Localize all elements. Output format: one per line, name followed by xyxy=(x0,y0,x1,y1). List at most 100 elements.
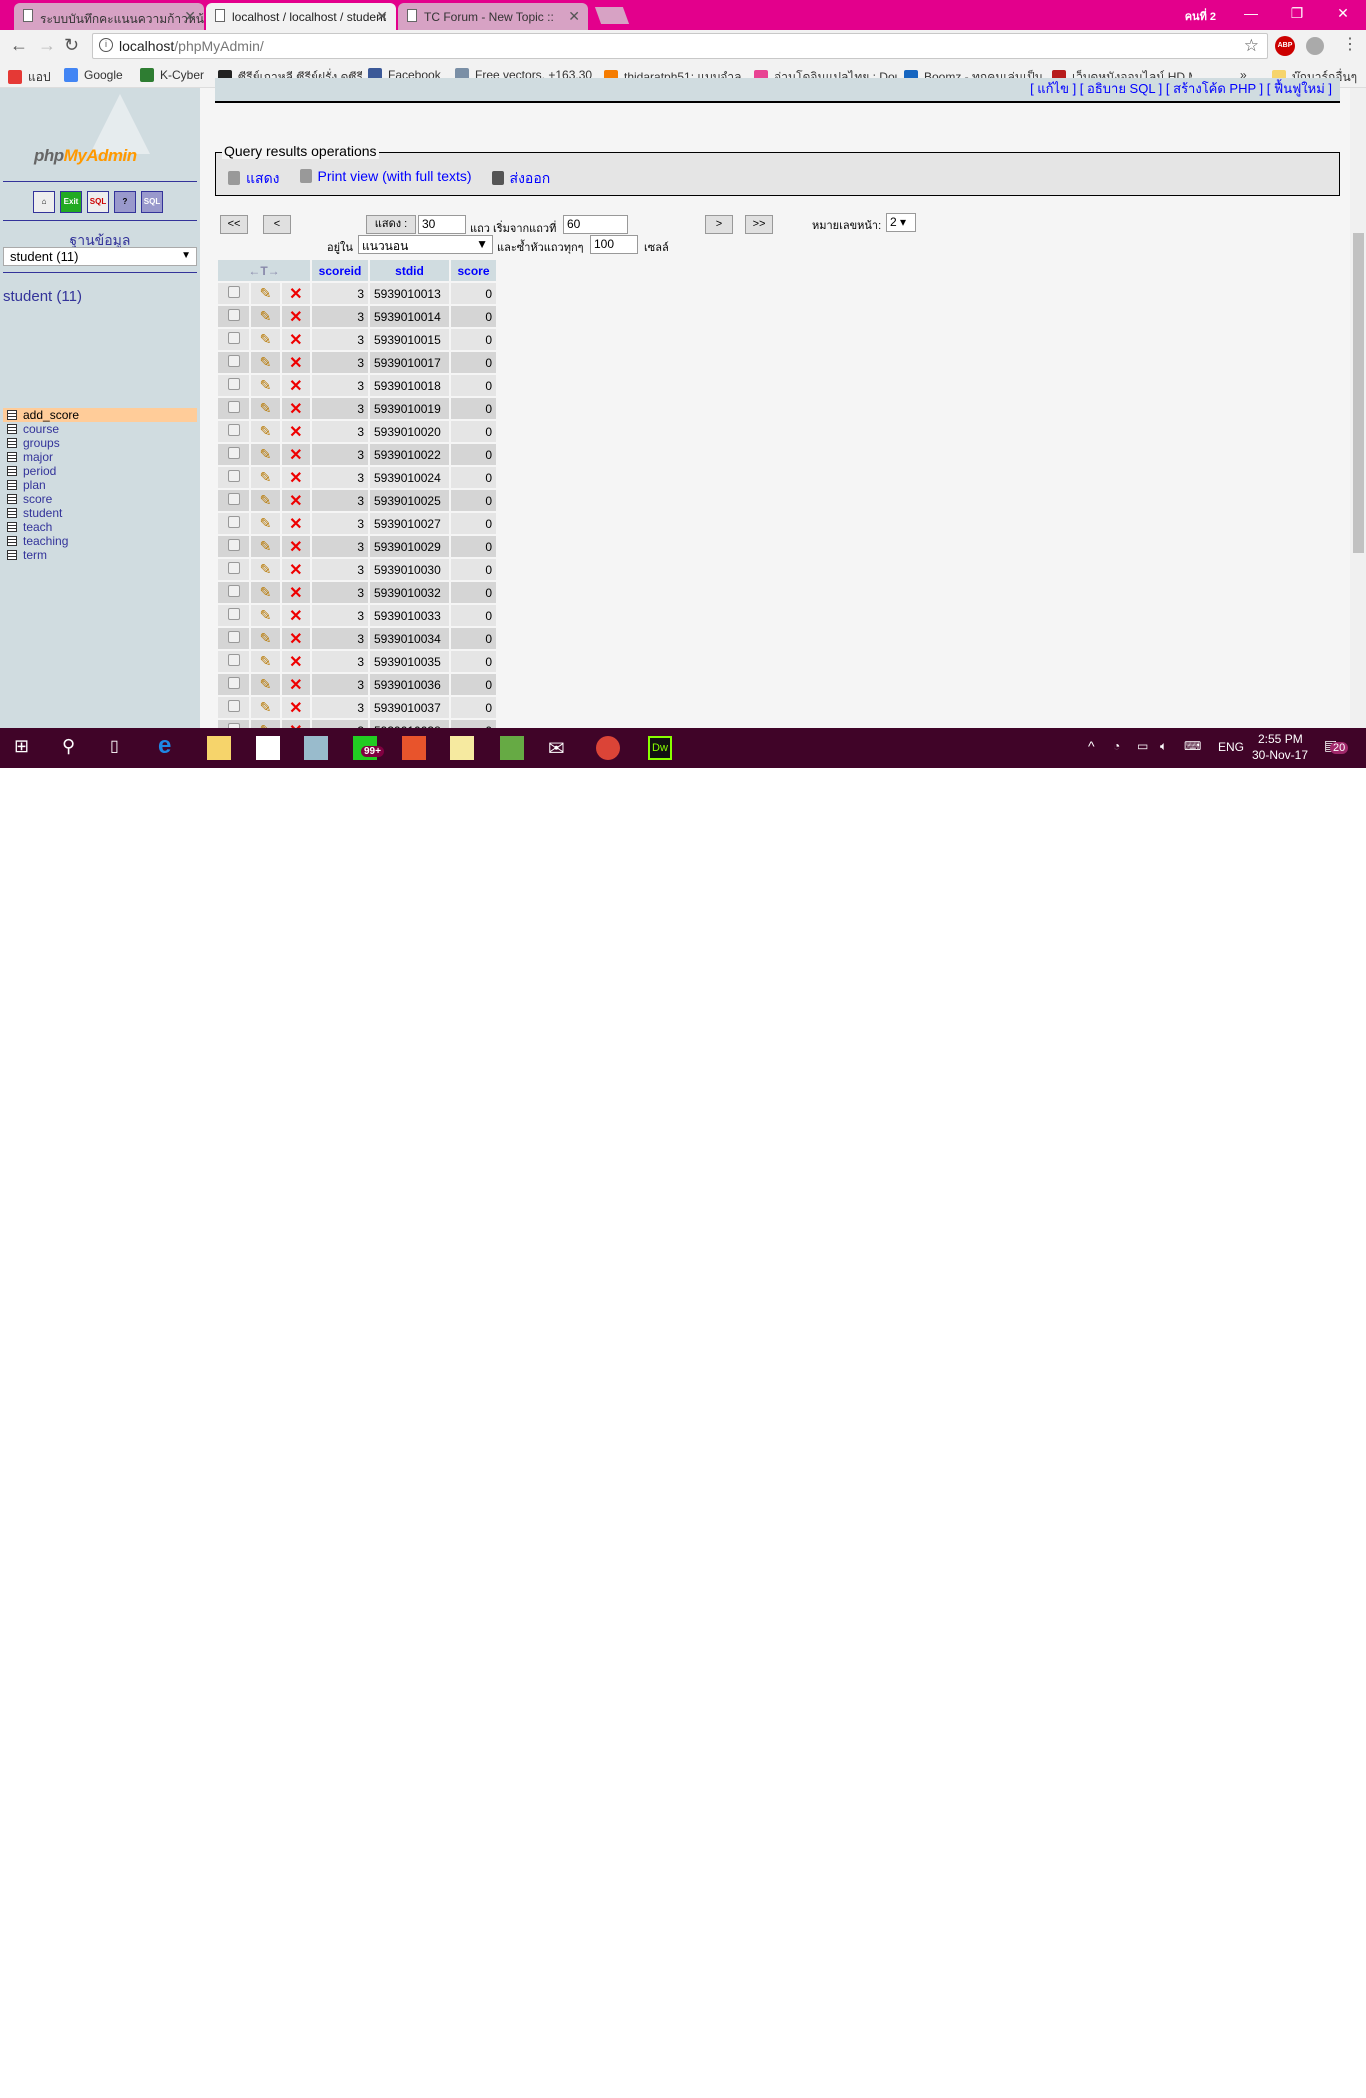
row-checkbox[interactable] xyxy=(227,401,240,413)
delete-x-icon[interactable]: ✕ xyxy=(289,424,302,441)
mode-select[interactable]: แนวนอน ▼ xyxy=(358,235,493,254)
bookmark-item[interactable]: K-Cyber xyxy=(140,68,204,82)
edit-pencil-icon[interactable]: ✎ xyxy=(260,285,272,301)
table-icon[interactable] xyxy=(7,508,17,518)
delete-x-icon[interactable]: ✕ xyxy=(289,309,302,326)
table-icon[interactable] xyxy=(7,466,17,476)
table-icon[interactable] xyxy=(7,410,17,420)
row-checkbox[interactable] xyxy=(227,700,240,712)
paint-icon[interactable] xyxy=(304,736,328,760)
table-icon[interactable] xyxy=(7,550,17,560)
delete-x-icon[interactable]: ✕ xyxy=(289,631,302,648)
table-icon[interactable] xyxy=(7,480,17,490)
close-tab-icon[interactable]: ✕ xyxy=(568,8,580,25)
sql-window-icon[interactable]: SQL xyxy=(87,191,109,213)
first-page-button[interactable]: << xyxy=(220,215,248,234)
row-checkbox[interactable] xyxy=(227,677,240,689)
sidebar-table-teaching[interactable]: teaching xyxy=(3,534,197,548)
edit-pencil-icon[interactable]: ✎ xyxy=(260,653,272,669)
edit-pencil-icon[interactable]: ✎ xyxy=(260,676,272,692)
game-icon[interactable] xyxy=(500,736,524,760)
edit-pencil-icon[interactable]: ✎ xyxy=(260,331,272,347)
close-tab-icon[interactable]: ✕ xyxy=(376,8,388,25)
delete-x-icon[interactable]: ✕ xyxy=(289,447,302,464)
browser-tab[interactable]: TC Forum - New Topic :: ✕ xyxy=(398,3,588,30)
row-checkbox[interactable] xyxy=(227,424,240,436)
search-icon[interactable]: ⚲ xyxy=(62,736,86,760)
sidebar-table-period[interactable]: period xyxy=(3,464,197,478)
browser-tab[interactable]: ระบบบันทึกคะแนนความก้าวหน้า ✕ xyxy=(14,3,204,30)
vertical-scrollbar[interactable] xyxy=(1350,88,1366,728)
sql-docs-icon[interactable]: SQL xyxy=(141,191,163,213)
delete-x-icon[interactable]: ✕ xyxy=(289,654,302,671)
table-icon[interactable] xyxy=(7,452,17,462)
row-checkbox[interactable] xyxy=(227,309,240,321)
windows-start-icon[interactable]: ⊞ xyxy=(14,736,38,760)
task-view-icon[interactable]: ▯ xyxy=(110,736,134,760)
edit-pencil-icon[interactable]: ✎ xyxy=(260,446,272,462)
database-select[interactable]: student (11) ▼ xyxy=(3,247,197,266)
close-tab-icon[interactable]: ✕ xyxy=(184,8,196,25)
delete-x-icon[interactable]: ✕ xyxy=(289,585,302,602)
export-link[interactable]: ส่งออก xyxy=(491,168,550,190)
exit-icon[interactable]: Exit xyxy=(60,191,82,213)
edit-pencil-icon[interactable]: ✎ xyxy=(260,538,272,554)
delete-x-icon[interactable]: ✕ xyxy=(289,608,302,625)
mail-icon[interactable]: ✉ xyxy=(548,736,572,760)
sidebar-table-teach[interactable]: teach xyxy=(3,520,197,534)
rows-input[interactable]: 30 xyxy=(418,215,466,234)
print-full-link[interactable]: Print view (with full texts) xyxy=(299,168,472,190)
edge-icon[interactable]: e xyxy=(158,732,182,759)
edit-pencil-icon[interactable]: ✎ xyxy=(260,400,272,416)
edit-pencil-icon[interactable]: ✎ xyxy=(260,584,272,600)
extension-icon[interactable] xyxy=(1306,37,1324,55)
wifi-icon[interactable]: ◔ xyxy=(1113,739,1120,753)
delete-x-icon[interactable]: ✕ xyxy=(289,378,302,395)
row-checkbox[interactable] xyxy=(227,447,240,459)
reload-icon[interactable]: ↻ xyxy=(64,35,79,56)
repeat-input[interactable]: 100 xyxy=(590,235,638,254)
sidebar-table-major[interactable]: major xyxy=(3,450,197,464)
new-tab-button[interactable] xyxy=(594,7,630,24)
clock-time[interactable]: 2:55 PM xyxy=(1258,732,1303,746)
bookmark-star-icon[interactable]: ☆ xyxy=(1244,36,1259,56)
scrollbar-thumb[interactable] xyxy=(1353,233,1364,553)
sidebar-table-groups[interactable]: groups xyxy=(3,436,197,450)
column-header-score[interactable]: score xyxy=(451,260,496,281)
delete-x-icon[interactable]: ✕ xyxy=(289,562,302,579)
app-icon[interactable] xyxy=(402,736,426,760)
clock-date[interactable]: 30-Nov-17 xyxy=(1252,748,1308,762)
help-icon[interactable]: ? xyxy=(114,191,136,213)
sidebar-table-plan[interactable]: plan xyxy=(3,478,197,492)
action-center-icon[interactable]: ▤20 xyxy=(1324,737,1349,754)
edit-pencil-icon[interactable]: ✎ xyxy=(260,607,272,623)
close-window-button[interactable]: ✕ xyxy=(1320,0,1366,30)
edit-pencil-icon[interactable]: ✎ xyxy=(260,354,272,370)
row-checkbox[interactable] xyxy=(227,332,240,344)
delete-x-icon[interactable]: ✕ xyxy=(289,332,302,349)
column-resize-header[interactable]: ←T→ xyxy=(218,260,310,281)
file-explorer-icon[interactable] xyxy=(207,736,231,760)
language-indicator[interactable]: ENG xyxy=(1218,740,1244,754)
adblock-icon[interactable]: ABP xyxy=(1275,36,1295,56)
sidebar-table-score[interactable]: score xyxy=(3,492,197,506)
row-checkbox[interactable] xyxy=(227,631,240,643)
delete-x-icon[interactable]: ✕ xyxy=(289,355,302,372)
prev-page-button[interactable]: < xyxy=(263,215,291,234)
delete-x-icon[interactable]: ✕ xyxy=(289,539,302,556)
show-hidden-icons[interactable]: ^ xyxy=(1088,738,1095,754)
keyboard-icon[interactable]: ⌨ xyxy=(1184,739,1201,753)
edit-pencil-icon[interactable]: ✎ xyxy=(260,469,272,485)
sidebar-table-term[interactable]: term xyxy=(3,548,197,562)
show-button[interactable]: แสดง : xyxy=(366,215,416,234)
table-icon[interactable] xyxy=(7,424,17,434)
battery-icon[interactable]: ▭ xyxy=(1137,739,1148,753)
row-checkbox[interactable] xyxy=(227,286,240,298)
table-icon[interactable] xyxy=(7,438,17,448)
row-checkbox[interactable] xyxy=(227,355,240,367)
delete-x-icon[interactable]: ✕ xyxy=(289,700,302,717)
edit-pencil-icon[interactable]: ✎ xyxy=(260,423,272,439)
line-icon[interactable]: 99+ xyxy=(353,736,384,760)
delete-x-icon[interactable]: ✕ xyxy=(289,677,302,694)
edit-pencil-icon[interactable]: ✎ xyxy=(260,377,272,393)
